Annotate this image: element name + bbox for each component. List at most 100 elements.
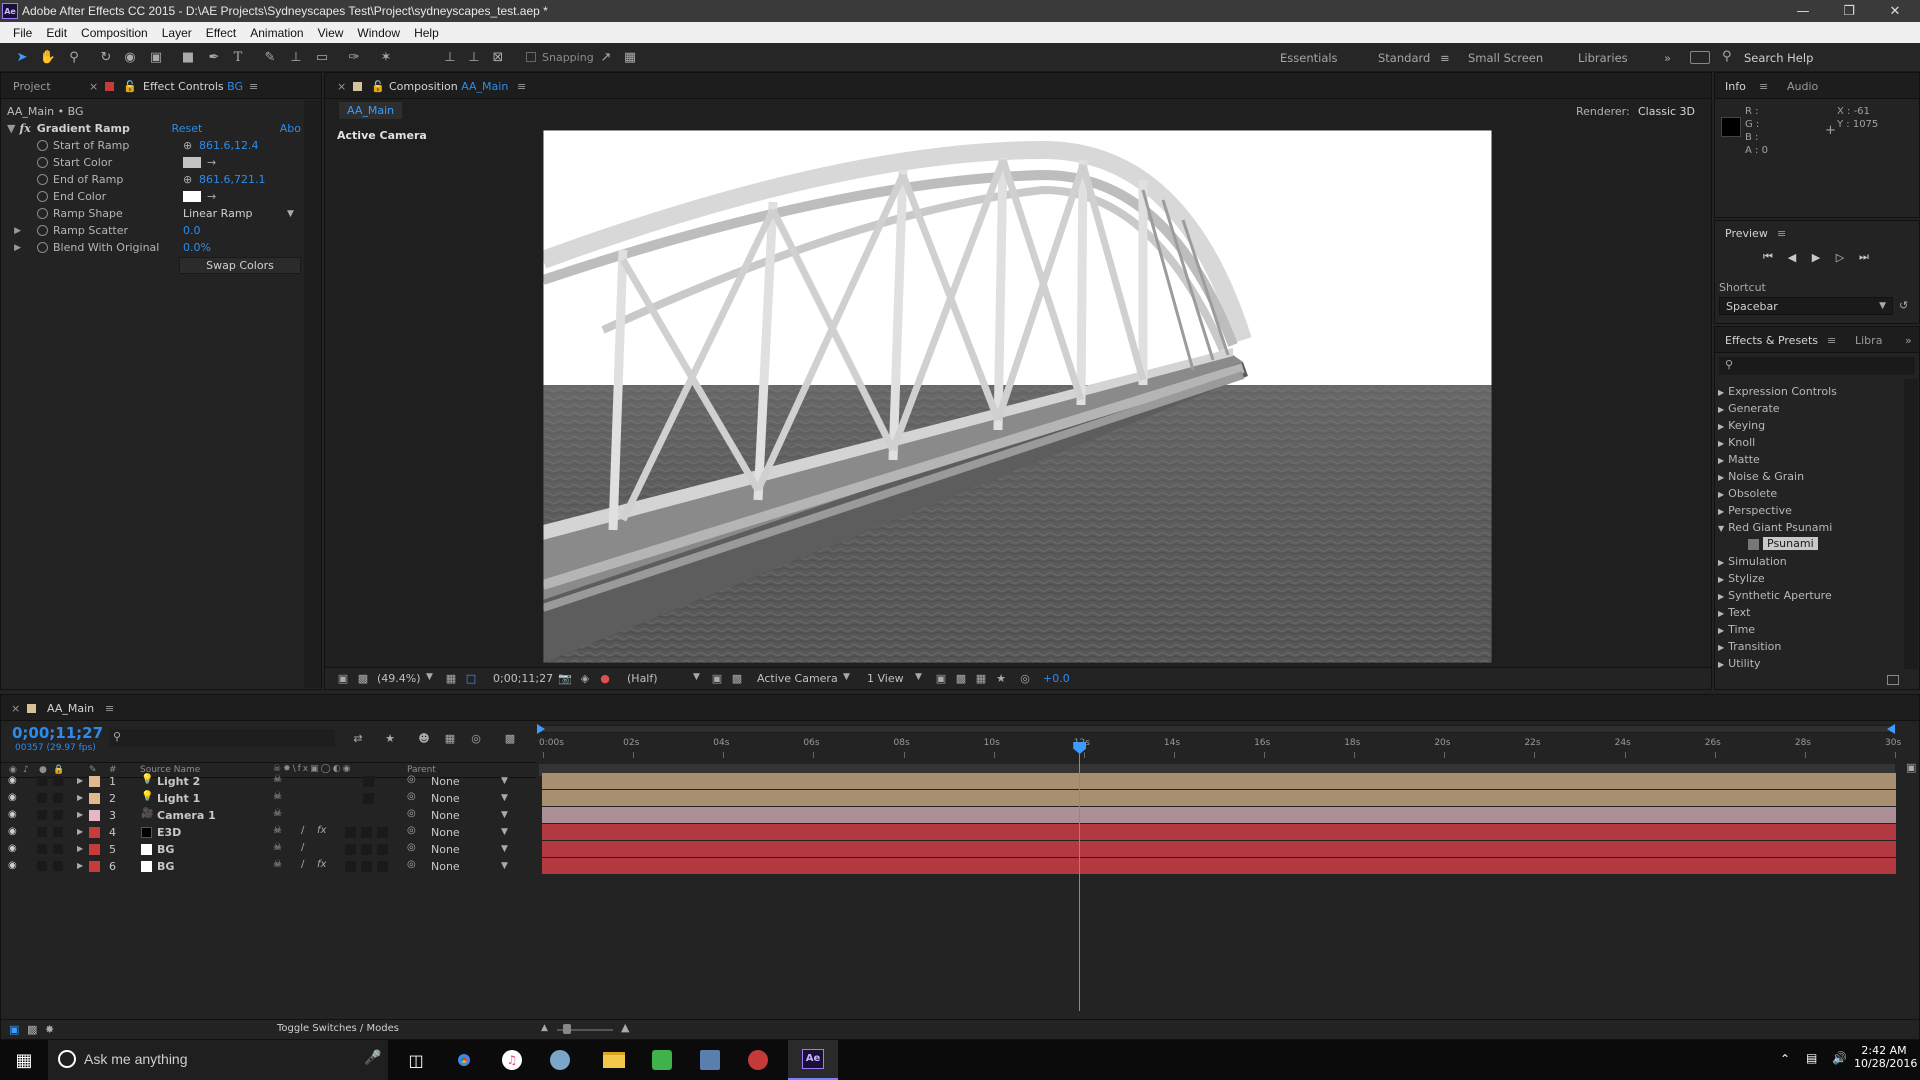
lock-toggle[interactable] xyxy=(53,861,63,871)
stopwatch-icon[interactable] xyxy=(37,157,48,168)
start-of-ramp-value[interactable]: 861.6,12.4 xyxy=(199,139,258,152)
chevron-down-icon[interactable]: ▼ xyxy=(501,861,508,871)
layer-name[interactable]: BG xyxy=(157,860,174,873)
parent-dropdown[interactable]: None xyxy=(431,826,460,839)
layer-track-bar[interactable] xyxy=(542,790,1896,806)
panel-menu-icon[interactable]: ≡ xyxy=(105,702,114,715)
layer-name[interactable]: Camera 1 xyxy=(157,809,216,822)
flowchart-icon[interactable]: ★ xyxy=(993,671,1009,685)
chevron-down-icon[interactable]: ▼ xyxy=(501,844,508,854)
shy-switch-icon[interactable]: ☠ xyxy=(273,859,282,870)
solo-toggle[interactable] xyxy=(37,827,47,837)
expand-layer-arrow-icon[interactable]: ▶ xyxy=(77,844,83,853)
first-frame-icon[interactable]: ⏮ xyxy=(1759,249,1777,265)
menu-effect[interactable]: Effect xyxy=(199,26,243,40)
chevron-down-icon[interactable]: ▼ xyxy=(915,672,922,682)
blend-value[interactable]: 0.0% xyxy=(183,241,211,254)
layer-label-color[interactable] xyxy=(89,793,100,804)
fx-category-obsolete[interactable]: ▶ Obsolete xyxy=(1718,487,1777,504)
composition-mini-flowchart-icon[interactable]: ⇄ xyxy=(349,730,367,746)
fx-category-utility[interactable]: ▶ Utility xyxy=(1718,657,1761,674)
pen-tool-icon[interactable]: ✒ xyxy=(204,48,224,66)
parent-dropdown[interactable]: None xyxy=(431,792,460,805)
snapping-checkbox[interactable] xyxy=(526,52,536,62)
file-explorer-icon[interactable] xyxy=(590,1040,638,1080)
solo-toggle[interactable] xyxy=(37,844,47,854)
fast-draft-icon[interactable]: ▩ xyxy=(953,671,969,685)
scrollbar[interactable] xyxy=(1904,379,1918,669)
app-store-icon[interactable] xyxy=(686,1040,734,1080)
parent-dropdown[interactable]: None xyxy=(431,775,460,788)
restore-icon[interactable]: ❐ xyxy=(1826,0,1872,22)
comp-marker-icon[interactable]: ▣ xyxy=(1906,761,1916,774)
ramp-shape-dropdown[interactable]: Linear Ramp xyxy=(183,207,287,220)
layer-row[interactable]: ◉ ▶ 4 E3D ☠ / fx ◎ None ▼ xyxy=(1,824,536,841)
clone-stamp-icon[interactable]: ⊥ xyxy=(286,48,306,66)
visibility-eye-icon[interactable]: ◉ xyxy=(8,809,17,820)
close-tab-icon[interactable]: × xyxy=(337,80,346,93)
mask-visibility-icon[interactable]: ▩ xyxy=(355,671,371,685)
visibility-eye-icon[interactable]: ◉ xyxy=(8,792,17,803)
panel-menu-icon[interactable]: ≡ xyxy=(1827,334,1836,347)
snapshot-icon[interactable]: 📷 xyxy=(557,671,573,685)
stopwatch-icon[interactable] xyxy=(37,140,48,151)
tab-info[interactable]: Info xyxy=(1725,80,1746,93)
composition-viewer[interactable] xyxy=(543,130,1492,663)
motion-blur-switch[interactable] xyxy=(345,844,356,855)
previous-frame-icon[interactable]: ◀ xyxy=(1783,249,1801,265)
after-effects-taskbar-icon[interactable]: Ae xyxy=(788,1040,838,1080)
stopwatch-icon[interactable] xyxy=(37,208,48,219)
motion-blur-switch[interactable] xyxy=(345,827,356,838)
3d-switch[interactable] xyxy=(377,844,388,855)
timeline-icon[interactable]: ▦ xyxy=(973,671,989,685)
fx-category-red-giant-psunami[interactable]: ▼ Red Giant Psunami xyxy=(1718,521,1832,538)
local-axis-icon[interactable]: ⊥ xyxy=(440,48,460,66)
workspace-standard[interactable]: Standard xyxy=(1378,51,1430,65)
view-layout-dropdown[interactable]: 1 View xyxy=(867,672,904,685)
3d-view-dropdown[interactable]: Active Camera xyxy=(757,672,838,685)
chevron-down-icon[interactable]: ▼ xyxy=(287,209,294,219)
layer-label-color[interactable] xyxy=(89,810,100,821)
lock-toggle[interactable] xyxy=(53,810,63,820)
fx-category-synthetic-aperture[interactable]: ▶ Synthetic Aperture xyxy=(1718,589,1832,606)
fx-switch-icon[interactable]: fx xyxy=(317,859,326,870)
layer-label-color[interactable] xyxy=(89,776,100,787)
fx-category-noise-grain[interactable]: ▶ Noise & Grain xyxy=(1718,470,1804,487)
current-time-display[interactable]: 0;00;11;27 xyxy=(493,672,553,685)
layer-row[interactable]: ◉ ▶ 6 BG ☠ / fx ◎ None ▼ xyxy=(1,858,536,875)
tab-audio[interactable]: Audio xyxy=(1787,80,1818,93)
roto-brush-icon[interactable]: ✑ xyxy=(344,48,364,66)
type-tool-icon[interactable]: T xyxy=(228,48,248,66)
effect-reset-link[interactable]: Reset xyxy=(172,122,280,135)
fx-category-keying[interactable]: ▶ Keying xyxy=(1718,419,1765,436)
timeline-search-input[interactable]: ⚲ xyxy=(109,729,335,747)
composition-sub-tab[interactable]: AA_Main xyxy=(339,102,403,119)
draft-3d-icon[interactable]: ★ xyxy=(381,730,399,746)
layer-label-color[interactable] xyxy=(89,844,100,855)
quality-switch-icon[interactable]: / xyxy=(301,842,304,853)
fx-category-transition[interactable]: ▶ Transition xyxy=(1718,640,1781,657)
chrome-icon[interactable] xyxy=(440,1040,488,1080)
scrollbar[interactable] xyxy=(304,100,321,688)
tab-effects-presets[interactable]: Effects & Presets xyxy=(1725,334,1818,347)
layer-row[interactable]: ◉ ▶ 3 🎥 Camera 1 ☠ ◎ None ▼ xyxy=(1,807,536,824)
expand-layer-arrow-icon[interactable]: ▶ xyxy=(77,776,83,785)
expand-arrow-icon[interactable]: ▶ xyxy=(1,226,25,236)
stopwatch-icon[interactable] xyxy=(37,174,48,185)
start-color-swatch[interactable] xyxy=(183,157,201,168)
lock-icon[interactable]: 🔓 xyxy=(371,80,385,93)
rectangle-tool-icon[interactable]: ■ xyxy=(178,48,198,66)
playhead[interactable] xyxy=(1073,742,1087,1011)
shy-switch-icon[interactable]: ☠ xyxy=(273,825,282,836)
layer-name[interactable]: E3D xyxy=(157,826,181,839)
fx-category-text[interactable]: ▶ Text xyxy=(1718,606,1750,623)
adjustment-switch[interactable] xyxy=(361,844,372,855)
timeline-current-time[interactable]: 0;00;11;27 xyxy=(12,724,103,742)
lock-toggle[interactable] xyxy=(53,844,63,854)
always-preview-icon[interactable]: ▣ xyxy=(335,671,351,685)
layer-track-bar[interactable] xyxy=(542,773,1896,789)
chevron-down-icon[interactable]: ▼ xyxy=(501,776,508,786)
pick-whip-icon[interactable]: ◎ xyxy=(407,808,416,819)
world-axis-icon[interactable]: ⊥ xyxy=(464,48,484,66)
panel-menu-icon[interactable]: ≡ xyxy=(1777,227,1786,240)
